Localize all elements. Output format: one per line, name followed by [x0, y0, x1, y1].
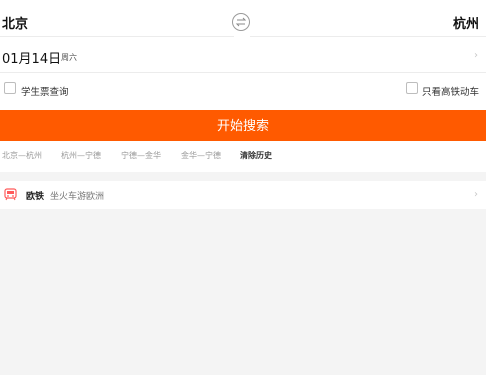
- from-city[interactable]: 北京: [2, 13, 28, 32]
- departure-date: 01月14日: [2, 52, 62, 67]
- divider: [250, 36, 486, 37]
- high-speed-only-checkbox[interactable]: [406, 82, 418, 94]
- train-icon: [4, 188, 17, 201]
- clear-history-button[interactable]: 清除历史: [240, 150, 272, 161]
- promo-banner[interactable]: 欧铁 坐火车游欧洲 ›: [0, 181, 486, 209]
- history-item[interactable]: 北京—杭州: [2, 150, 42, 161]
- divider: [0, 36, 234, 37]
- start-search-button[interactable]: 开始搜索: [0, 110, 486, 141]
- swap-arrows-icon: [235, 17, 247, 27]
- to-city[interactable]: 杭州: [453, 13, 479, 32]
- divider: [0, 72, 486, 73]
- search-history: 北京—杭州 杭州—宁德 宁德—金华 金华—宁德 清除历史: [0, 149, 486, 163]
- station-row: 北京 杭州: [0, 4, 486, 40]
- promo-title: 欧铁: [26, 192, 45, 202]
- date-row[interactable]: 01月14日 周六 ›: [0, 40, 486, 72]
- search-card: 北京 杭州 01月14日 周六 › 学生票查询 只看高铁动车 开始搜索 北京—杭…: [0, 4, 486, 172]
- promo-subtitle: 坐火车游欧洲: [50, 192, 105, 202]
- chevron-right-icon: ›: [474, 189, 478, 200]
- chevron-right-icon: ›: [474, 50, 478, 61]
- high-speed-only-label: 只看高铁动车: [422, 87, 480, 98]
- history-item[interactable]: 杭州—宁德: [61, 150, 101, 161]
- history-item[interactable]: 金华—宁德: [181, 150, 221, 161]
- departure-weekday: 周六: [61, 53, 77, 62]
- swap-stations-button[interactable]: [232, 13, 250, 31]
- history-item[interactable]: 宁德—金华: [121, 150, 161, 161]
- options-row: 学生票查询 只看高铁动车: [0, 80, 486, 102]
- student-ticket-checkbox[interactable]: [4, 82, 16, 94]
- student-ticket-label: 学生票查询: [21, 87, 69, 98]
